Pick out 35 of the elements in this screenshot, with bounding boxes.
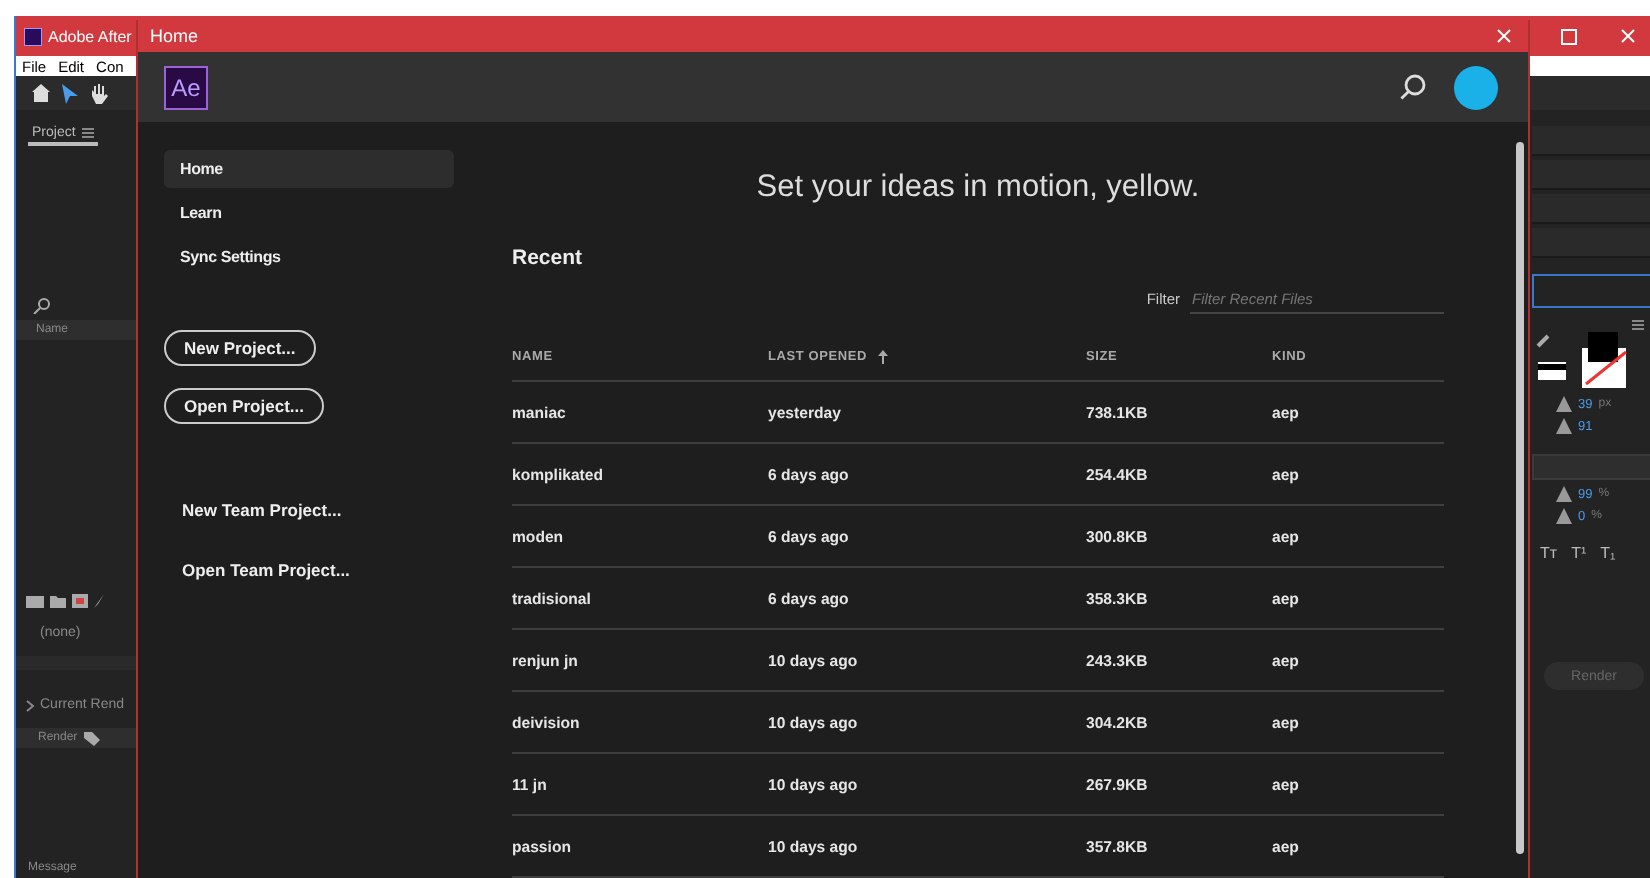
- text-style-button[interactable]: T₁: [1600, 544, 1616, 562]
- close-icon[interactable]: [1620, 28, 1636, 44]
- pointer-icon[interactable]: [62, 83, 78, 103]
- nav-item[interactable]: Home: [164, 150, 454, 188]
- search-icon[interactable]: [1400, 74, 1426, 101]
- maximize-icon[interactable]: [1560, 27, 1578, 45]
- app-icon: [24, 27, 42, 45]
- text-style-button[interactable]: T¹: [1571, 544, 1587, 562]
- team-project-link[interactable]: New Team Project...: [164, 500, 512, 520]
- sort-arrow-icon[interactable]: [877, 349, 888, 363]
- avatar[interactable]: [1454, 65, 1498, 110]
- nav-item[interactable]: Sync Settings: [164, 238, 454, 276]
- home-icon[interactable]: [32, 84, 50, 102]
- hand-icon[interactable]: [90, 83, 108, 103]
- app-logo: Ae: [164, 65, 208, 110]
- close-icon[interactable]: [1496, 28, 1512, 45]
- project-button[interactable]: New Project...: [164, 330, 316, 366]
- search-icon[interactable]: [32, 298, 52, 314]
- nav-item[interactable]: Learn: [164, 194, 454, 232]
- menu-icon[interactable]: [1632, 320, 1644, 330]
- folder-icon[interactable]: [50, 594, 66, 608]
- menu-icon[interactable]: [81, 128, 94, 138]
- tag-icon: [83, 731, 100, 745]
- scrollbar[interactable]: [1516, 142, 1524, 854]
- text-style-button[interactable]: Tт: [1540, 544, 1558, 562]
- window-title: Adobe After: [48, 27, 132, 45]
- pen-icon[interactable]: [94, 594, 104, 608]
- input-field[interactable]: [1532, 274, 1650, 308]
- interpret-icon[interactable]: [26, 594, 44, 608]
- section-title: Recent: [512, 246, 585, 270]
- team-project-link[interactable]: Open Team Project...: [164, 560, 512, 580]
- headline: Set your ideas in motion, yellow.: [754, 170, 1202, 206]
- chevron-icon[interactable]: [26, 699, 34, 711]
- window-title: Home: [150, 26, 199, 47]
- project-button[interactable]: Open Project...: [164, 388, 324, 424]
